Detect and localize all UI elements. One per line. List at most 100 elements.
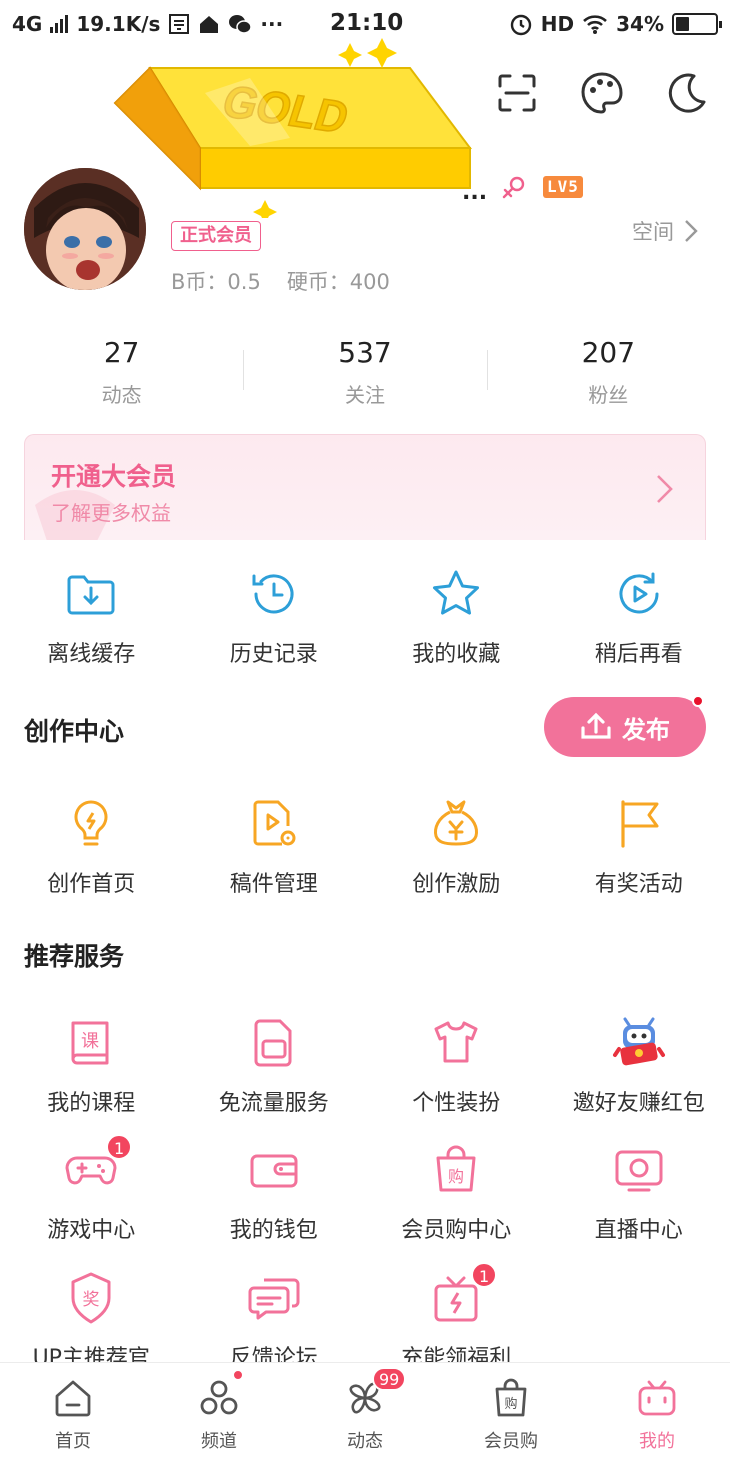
course-book-icon: 课 (71, 1021, 109, 1065)
stats-row: 27 动态 537 关注 207 粉丝 (0, 330, 730, 415)
stat-label: 关注 (344, 383, 385, 407)
upload-icon (581, 712, 611, 739)
tshirt-icon (434, 1021, 478, 1063)
wechat-icon (229, 15, 253, 34)
flag-icon (621, 800, 659, 848)
service-my-courses[interactable]: 课 我的课程 (0, 1015, 183, 1117)
tv-mine-icon (638, 1380, 676, 1416)
member-tag: 正式会员 (171, 221, 261, 251)
creation-label: 稿件管理 (229, 872, 318, 897)
bottom-nav: 首页 频道 99 动态 购 会员购 我的 (0, 1362, 730, 1461)
service-label: 我的钱包 (229, 1218, 318, 1243)
moon-icon[interactable] (664, 70, 710, 116)
network-label: 4G (12, 12, 43, 36)
nav-shop-glyph: 购 (504, 1396, 517, 1412)
nav-mine[interactable]: 我的 (584, 1363, 730, 1461)
hard-coin-balance[interactable]: 硬币：400 (287, 266, 390, 296)
scan-icon[interactable] (494, 70, 540, 116)
wifi-icon (583, 15, 608, 34)
service-label: 游戏中心 (47, 1218, 136, 1243)
stat-value: 537 (338, 336, 392, 369)
quick-label: 稍后再看 (594, 642, 683, 667)
vip-banner[interactable]: 开通大会员 了解更多权益 (24, 434, 706, 540)
avatar[interactable] (24, 168, 146, 290)
more-notifications-icon: ··· (260, 12, 284, 36)
publish-button[interactable]: 发布 (544, 695, 706, 757)
service-dress-up[interactable]: 个性装扮 (365, 1015, 548, 1117)
nav-label: 频道 (201, 1431, 237, 1452)
quick-history[interactable]: 历史记录 (183, 566, 366, 668)
services-row-2: 1 游戏中心 我的钱包 购 会员购中心 直播中心 (0, 1134, 730, 1244)
service-feedback-forum[interactable]: 反馈论坛 (183, 1270, 366, 1372)
stat-dynamic[interactable]: 27 动态 (0, 330, 243, 415)
creation-incentive[interactable]: 创作激励 (365, 796, 548, 898)
creation-label: 创作首页 (47, 872, 136, 897)
course-glyph: 课 (81, 1031, 99, 1052)
level-badge: LV5 (543, 176, 583, 198)
service-free-data[interactable]: 免流量服务 (183, 1015, 366, 1117)
creation-activities[interactable]: 有奖活动 (548, 796, 730, 898)
dynamic-badge: 99 (372, 1367, 407, 1391)
space-link[interactable]: 空间 (632, 216, 698, 246)
notification-app-icon (169, 14, 190, 34)
service-label: 我的课程 (47, 1091, 136, 1116)
download-folder-icon (67, 575, 115, 615)
service-vip-shop[interactable]: 购 会员购中心 (365, 1142, 548, 1244)
shop-bag-icon: 购 (495, 1378, 527, 1417)
space-label: 空间 (632, 220, 674, 244)
lightbulb-icon (74, 800, 108, 846)
hd-label: HD (540, 12, 575, 36)
sim-card-icon (254, 1019, 292, 1067)
coins-row: B币：0.5 硬币：400 (171, 266, 390, 296)
stat-value: 27 (103, 336, 140, 369)
robot-redpacket-icon (612, 1017, 665, 1066)
quick-offline-cache[interactable]: 离线缓存 (0, 566, 183, 668)
shop-glyph: 购 (448, 1167, 464, 1186)
nav-home[interactable]: 首页 (0, 1363, 146, 1461)
stat-following[interactable]: 537 关注 (243, 330, 486, 415)
service-label: 会员购中心 (401, 1218, 512, 1243)
home-notification-icon (200, 16, 219, 33)
nav-vip-shop[interactable]: 购 会员购 (438, 1363, 584, 1461)
wallet-icon (250, 1154, 298, 1188)
quick-favorites[interactable]: 我的收藏 (365, 566, 548, 668)
nav-label: 我的 (639, 1431, 675, 1452)
service-up-recommender[interactable]: 奖 UP主推荐官 (0, 1270, 183, 1372)
award-badge-icon: 奖 (71, 1272, 111, 1324)
shopping-bag-icon: 购 (436, 1145, 476, 1192)
palette-icon[interactable] (579, 70, 625, 116)
username[interactable]: ... (462, 180, 487, 205)
status-left: 4G 19.1K/s ··· (12, 12, 283, 36)
battery-icon (672, 13, 722, 35)
quick-label: 历史记录 (229, 642, 318, 667)
service-wallet[interactable]: 我的钱包 (183, 1142, 366, 1244)
nav-channel[interactable]: 频道 (146, 1363, 292, 1461)
service-game-center[interactable]: 1 游戏中心 (0, 1134, 183, 1244)
play-later-icon (619, 572, 659, 614)
history-clock-icon (252, 574, 294, 614)
home-icon (55, 1380, 91, 1417)
quick-label: 离线缓存 (47, 642, 136, 667)
avatar-image (24, 168, 146, 290)
clock: 21:10 (330, 10, 404, 36)
service-label: 邀好友赚红包 (572, 1091, 705, 1116)
creation-home[interactable]: 创作首页 (0, 796, 183, 898)
signal-icon (50, 15, 69, 33)
nav-dynamic[interactable]: 99 动态 (292, 1363, 438, 1461)
stat-fans[interactable]: 207 粉丝 (486, 330, 730, 415)
channel-notification-dot (232, 1369, 244, 1381)
alarm-icon (510, 14, 531, 36)
service-invite-friends[interactable]: 邀好友赚红包 (548, 1015, 730, 1117)
live-tv-icon (615, 1150, 663, 1192)
nav-label: 动态 (347, 1431, 383, 1452)
creation-manuscripts[interactable]: 稿件管理 (183, 796, 366, 898)
services-row-3: 奖 UP主推荐官 反馈论坛 1 充能领福利 (0, 1262, 730, 1372)
services-row-1: 课 我的课程 免流量服务 个性装扮 邀好友赚红包 (0, 1015, 730, 1117)
b-coin-balance[interactable]: B币：0.5 (171, 266, 261, 296)
service-charge-welfare[interactable]: 1 充能领福利 (365, 1262, 548, 1372)
gold-bar-decoration: GOLD (113, 38, 472, 218)
service-label: 免流量服务 (218, 1091, 329, 1116)
publish-notification-dot (692, 695, 704, 707)
service-live-center[interactable]: 直播中心 (548, 1142, 730, 1244)
quick-watch-later[interactable]: 稍后再看 (548, 566, 730, 668)
